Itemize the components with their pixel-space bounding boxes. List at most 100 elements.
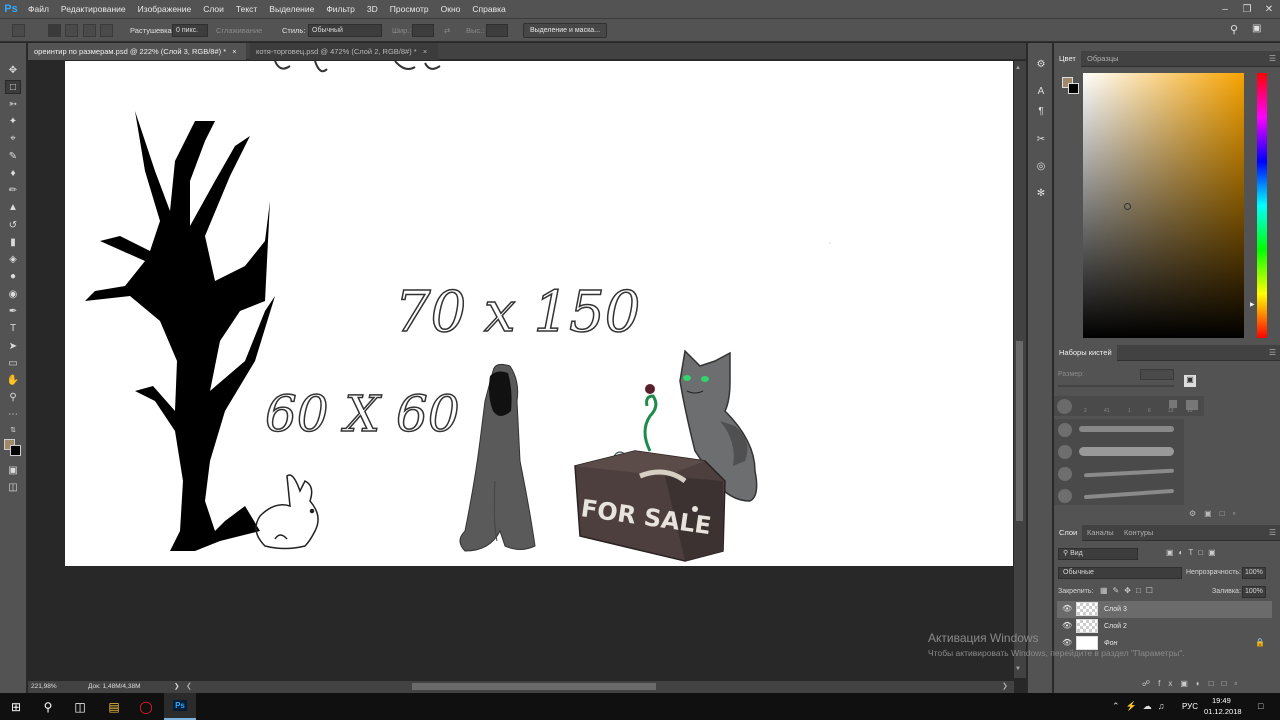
crop-tool-icon[interactable]: ⌖ (5, 131, 21, 145)
marquee-preset-icon[interactable] (12, 24, 25, 37)
brush-settings-icon[interactable]: ✻ (1033, 186, 1049, 200)
minimize-icon[interactable]: – (1214, 0, 1236, 18)
menu-select[interactable]: Выделение (263, 0, 320, 18)
opacity-input[interactable]: 100% (1242, 567, 1266, 579)
clock-date[interactable]: 01.12.2018 (1204, 707, 1242, 716)
screen-mode-icon[interactable]: ◫ (5, 480, 21, 494)
color-field[interactable] (1083, 73, 1244, 338)
tab-channels[interactable]: Каналы (1082, 525, 1119, 541)
panel-menu-icon[interactable]: ☰ (1269, 528, 1276, 537)
lock-icons[interactable]: ▦✎✥□☐ (1100, 586, 1158, 595)
notifications-icon[interactable]: □ (1258, 701, 1263, 711)
brush-tip[interactable] (1058, 489, 1072, 503)
paragraph-icon[interactable]: ¶ (1033, 104, 1049, 118)
history-brush-icon[interactable]: ↺ (5, 218, 21, 232)
vertical-scroll-thumb[interactable] (1016, 341, 1023, 521)
hue-slider-handle[interactable]: ▶ (1250, 301, 1255, 308)
tab-layers[interactable]: Слои (1054, 525, 1083, 541)
tools-preset-icon[interactable]: ✂ (1033, 132, 1049, 146)
tab-close-icon[interactable]: × (232, 47, 236, 56)
scroll-right-icon[interactable]: ❯ (1002, 682, 1008, 690)
paint-bucket-icon[interactable]: ◈ (5, 252, 21, 266)
magic-wand-icon[interactable]: ✦ (5, 114, 21, 128)
menu-file[interactable]: Файл (22, 0, 55, 18)
panel-menu-icon[interactable]: ☰ (1269, 348, 1276, 357)
stamp-tool-icon[interactable]: ▲ (5, 200, 21, 214)
visibility-eye-icon[interactable]: 👁 (1062, 621, 1072, 630)
brush-stroke-preview[interactable] (1079, 447, 1174, 456)
antialias-checkbox[interactable]: Сглаживание (216, 26, 262, 35)
brush-tool-icon[interactable]: ✏ (5, 183, 21, 197)
brush-tip[interactable] (1169, 400, 1177, 408)
libraries-icon[interactable]: ◎ (1033, 159, 1049, 173)
feather-input[interactable]: 0 пикс. (172, 24, 208, 37)
search-icon[interactable]: ⚲ (32, 693, 64, 720)
file-explorer-icon[interactable]: ▤ (98, 693, 130, 720)
layer-filter-icons[interactable]: ▣◐T□▣ (1166, 548, 1221, 557)
pen-tool-icon[interactable]: ✒ (5, 304, 21, 318)
menu-filter[interactable]: Фильтр (320, 0, 361, 18)
brush-size-input[interactable] (1140, 369, 1174, 380)
fill-input[interactable]: 100% (1242, 586, 1266, 598)
height-input[interactable] (486, 24, 508, 37)
horizontal-scrollbar[interactable]: ❮ ❯ (186, 681, 1014, 693)
windows-start-icon[interactable]: ⊞ (0, 693, 32, 720)
dodge-tool-icon[interactable]: ◉ (5, 287, 21, 301)
style-select[interactable]: Обычный (308, 24, 382, 37)
scroll-left-icon[interactable]: ❮ (186, 682, 192, 690)
brush-tip[interactable] (1058, 467, 1072, 481)
more-tools-icon[interactable]: ⋯ (5, 407, 21, 421)
new-selection-icon[interactable] (48, 24, 61, 37)
menu-window[interactable]: Окно (435, 0, 467, 18)
brush-tip[interactable] (1058, 445, 1072, 459)
marquee-tool-icon[interactable]: □ (5, 80, 21, 94)
width-input[interactable] (412, 24, 434, 37)
layer-name[interactable]: Слой 2 (1104, 623, 1127, 630)
restore-icon[interactable]: ❐ (1236, 0, 1258, 18)
eraser-tool-icon[interactable]: ▮ (5, 235, 21, 249)
zoom-tool-icon[interactable]: ⚲ (5, 390, 21, 404)
color-picker-handle[interactable] (1124, 203, 1131, 210)
type-tool-icon[interactable]: T (5, 321, 21, 335)
vertical-scrollbar[interactable]: ▲ ▼ (1014, 61, 1026, 678)
tab-paths[interactable]: Контуры (1119, 525, 1158, 541)
brush-stroke-preview[interactable] (1079, 426, 1174, 432)
panel-menu-icon[interactable]: ☰ (1269, 54, 1276, 63)
tab-document-2[interactable]: котя-торговец.psd @ 472% (Слой 2, RGB/8#… (250, 43, 438, 60)
document-canvas[interactable]: 70 x 150 60 X 60 FOR SALE (65, 61, 1013, 566)
menu-view[interactable]: Просмотр (384, 0, 435, 18)
tab-brush-presets[interactable]: Наборы кистей (1054, 345, 1117, 361)
canvas-workspace[interactable]: 70 x 150 60 X 60 FOR SALE (28, 61, 1014, 678)
hue-slider[interactable] (1257, 73, 1267, 338)
swap-icon[interactable]: ⇄ (444, 26, 450, 35)
layer-row-3[interactable]: 👁 Слой 3 (1057, 601, 1272, 618)
hand-tool-icon[interactable]: ✋ (5, 373, 21, 387)
menu-help[interactable]: Справка (466, 0, 511, 18)
brush-tip[interactable] (1057, 399, 1072, 414)
layer-filter-select[interactable]: ⚲ Вид (1058, 548, 1138, 560)
character-icon[interactable]: A (1033, 84, 1049, 98)
background-color-swatch[interactable] (10, 445, 21, 456)
new-brush-icon[interactable]: ▣ (1184, 375, 1196, 387)
menu-edit[interactable]: Редактирование (55, 0, 132, 18)
layer-actions[interactable]: ☍fx▣◐□□▫ (1142, 679, 1245, 688)
opera-browser-icon[interactable]: ◯ (130, 693, 162, 720)
layer-name[interactable]: Слой 3 (1104, 606, 1127, 613)
blend-mode-select[interactable]: Обычные (1058, 567, 1182, 579)
menu-layers[interactable]: Слои (197, 0, 230, 18)
scroll-down-icon[interactable]: ▼ (1015, 666, 1021, 672)
search-icon[interactable]: ⚲ (1230, 23, 1238, 36)
scroll-up-icon[interactable]: ▲ (1015, 65, 1021, 71)
brush-size-slider[interactable] (1058, 385, 1174, 387)
menu-3d[interactable]: 3D (361, 0, 384, 18)
blur-tool-icon[interactable]: ● (5, 269, 21, 283)
select-and-mask-button[interactable]: Выделение и маска... (523, 23, 607, 38)
workspace-icon[interactable]: ▣ (1252, 23, 1261, 34)
quick-mask-icon[interactable]: ▣ (5, 463, 21, 477)
language-indicator[interactable]: РУС (1182, 702, 1198, 711)
path-selection-icon[interactable]: ➤ (5, 339, 21, 353)
brush-panel-actions[interactable]: ⚙▣□▫ (1189, 509, 1243, 518)
lasso-tool-icon[interactable]: ➳ (5, 97, 21, 111)
eyedropper-icon[interactable]: ✎ (5, 149, 21, 163)
brush-tip[interactable] (1058, 423, 1072, 437)
